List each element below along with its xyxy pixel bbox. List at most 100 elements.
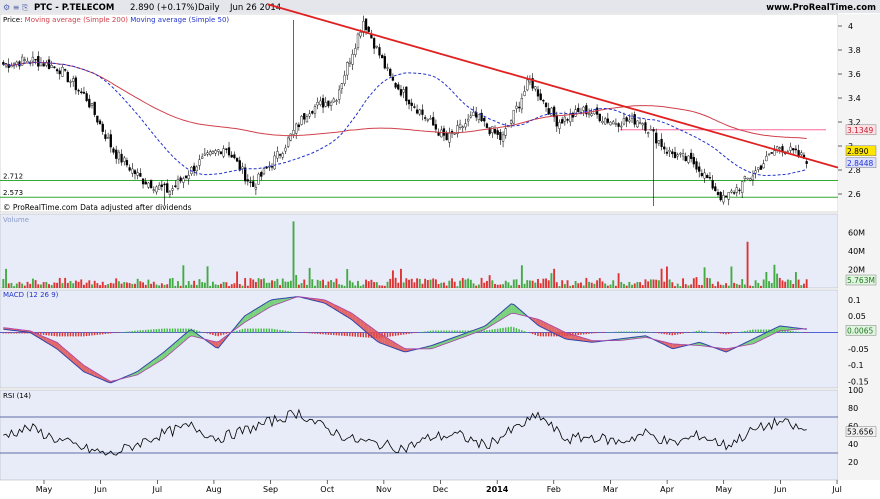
macd-histogram-bar: [156, 329, 157, 332]
macd-histogram-bar: [295, 332, 296, 333]
x-tick-label: May: [715, 485, 732, 494]
volume-bar: [45, 282, 47, 288]
candle: [379, 47, 381, 55]
volume-bar: [233, 283, 235, 288]
macd-histogram-bar: [140, 330, 141, 332]
candle: [145, 182, 147, 184]
x-tick-label: Aug: [206, 485, 222, 494]
volume-bar: [129, 283, 131, 288]
macd-histogram-bar: [5, 332, 6, 333]
volume-bar: [639, 282, 641, 288]
volume-bar: [674, 286, 676, 288]
candle: [773, 151, 775, 156]
macd-histogram-bar: [502, 328, 503, 333]
toolbar-icons[interactable]: ⚙ ≡ ⎘: [3, 3, 29, 12]
macd-histogram-bar: [118, 332, 119, 333]
volume-bar: [209, 286, 211, 288]
macd-histogram-bar: [422, 332, 423, 333]
candle: [247, 180, 249, 182]
volume-bar: [782, 280, 784, 288]
volume-bar: [623, 284, 625, 288]
candle: [242, 167, 244, 169]
volume-bar: [99, 285, 101, 288]
volume-bar: [542, 279, 544, 288]
macd-histogram-bar: [408, 332, 409, 333]
candle: [180, 178, 182, 181]
macd-histogram-bar: [212, 332, 213, 335]
candle: [800, 153, 802, 155]
volume-bar: [185, 285, 187, 288]
volume-bar: [596, 280, 598, 288]
macd-histogram-bar: [169, 329, 170, 333]
macd-histogram-bar: [731, 332, 732, 333]
volume-bar: [220, 284, 222, 288]
candle: [413, 107, 415, 108]
macd-histogram-bar: [341, 332, 342, 335]
macd-histogram-bar: [741, 332, 742, 333]
macd-histogram-bar: [803, 332, 804, 333]
volume-bar: [376, 282, 378, 288]
volume-bar: [749, 286, 751, 288]
volume-bar: [19, 282, 21, 288]
macd-histogram-bar: [419, 332, 420, 333]
macd-histogram-bar: [338, 332, 339, 335]
candle: [610, 122, 612, 125]
macd-histogram-bar: [277, 329, 278, 332]
candle: [760, 166, 762, 170]
candle: [744, 177, 746, 179]
volume-bar: [411, 279, 413, 288]
candle: [588, 113, 590, 114]
candle: [435, 124, 437, 129]
macd-histogram-bar: [532, 332, 533, 334]
macd-histogram-bar: [526, 332, 527, 333]
x-tick-label: 2014: [486, 485, 509, 494]
candle: [685, 156, 687, 160]
candle: [209, 152, 211, 155]
macd-histogram-bar: [607, 332, 608, 333]
macd-histogram-bar: [239, 330, 240, 333]
candle: [381, 55, 383, 58]
candle: [102, 124, 104, 132]
macd-histogram-bar: [105, 332, 106, 334]
volume-bar: [37, 284, 39, 288]
macd-histogram-bar: [298, 332, 299, 333]
macd-histogram-bar: [314, 332, 315, 333]
legend-ma50: Moving average (Simple 50): [130, 16, 229, 24]
macd-value-tag: 0.0065: [847, 326, 873, 335]
candle: [454, 133, 456, 134]
candle: [207, 153, 209, 154]
volume-bar: [349, 281, 351, 288]
macd-histogram-bar: [126, 332, 127, 333]
macd-histogram-bar: [672, 332, 673, 335]
macd-histogram-bar: [346, 332, 347, 336]
volume-bar: [298, 285, 300, 288]
volume-bar: [62, 283, 64, 288]
candle: [352, 54, 354, 64]
macd-histogram-bar: [674, 332, 675, 335]
candle: [107, 137, 109, 138]
macd-histogram-bar: [13, 332, 14, 333]
volume-bar: [365, 280, 367, 288]
macd-histogram-bar: [51, 332, 52, 335]
volume-bar: [655, 280, 657, 288]
macd-histogram-bar: [677, 332, 678, 334]
macd-histogram-bar: [709, 332, 710, 333]
x-tick-label: Mar: [603, 485, 619, 494]
candle: [730, 191, 732, 192]
volume-bar: [588, 282, 590, 288]
volume-bar: [760, 286, 762, 288]
macd-histogram-bar: [760, 330, 761, 333]
macd-histogram-bar: [70, 332, 71, 336]
macd-histogram-bar: [395, 332, 396, 335]
volume-bar: [610, 285, 612, 288]
macd-histogram-bar: [123, 332, 124, 333]
volume-bar: [400, 269, 402, 288]
candle: [142, 179, 144, 184]
volume-bar: [317, 280, 319, 288]
candle: [121, 154, 123, 162]
volume-bar: [679, 286, 681, 288]
candle: [647, 133, 649, 134]
candle: [650, 129, 652, 130]
candle: [733, 192, 735, 193]
volume-bar: [236, 271, 238, 288]
